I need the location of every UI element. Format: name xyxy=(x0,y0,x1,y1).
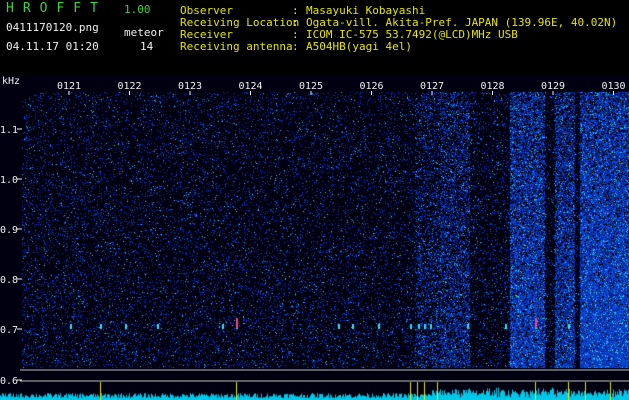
time-label: 0130 xyxy=(602,81,626,92)
app-title: HROFFT xyxy=(6,1,107,16)
y-tick-label: 1.0 xyxy=(0,175,18,186)
antenna-value: A504HB(yagi 4el) xyxy=(306,40,412,53)
y-tick-label: 0.8 xyxy=(0,275,18,286)
time-axis: 0121 0122 0123 0124 0125 0126 0127 0128 0129 0130 xyxy=(57,81,626,95)
header-panel: HROFFT 1.00 0411170120.png 04.11.17 01:2… xyxy=(0,0,629,76)
time-label: 0121 xyxy=(57,81,81,92)
time-label: 0125 xyxy=(299,81,323,92)
file-name: 0411170120.png xyxy=(6,21,99,34)
time-label: 0128 xyxy=(481,81,505,92)
y-tick-label: 0.9 xyxy=(0,225,18,236)
y-tick-label: 1.1 xyxy=(0,125,18,136)
y-axis: 1.1 1.0 0.9 0.8 0.7 0.6 xyxy=(0,125,22,387)
meteor-count-label: meteor xyxy=(124,26,164,39)
capture-datetime: 04.11.17 01:20 xyxy=(6,40,99,53)
app-version: 1.00 xyxy=(124,3,151,16)
antenna-label: Receiving antenna xyxy=(180,40,293,53)
spectrogram-overlay: kHz 1.11.00.90.80.70.6 0121 0122 0123 0124 0… xyxy=(0,76,629,387)
time-label: 0123 xyxy=(178,81,202,92)
time-label: 0129 xyxy=(541,81,565,92)
antenna-sep: : xyxy=(292,40,299,53)
meteor-count-value: 14 xyxy=(140,40,154,53)
y-tick-label: 0.6 xyxy=(0,376,18,387)
time-label: 0122 xyxy=(118,81,142,92)
y-tick-label: 0.7 xyxy=(0,325,18,336)
time-label: 0124 xyxy=(239,81,263,92)
time-label: 0127 xyxy=(420,81,444,92)
time-label: 0126 xyxy=(360,81,384,92)
axis-unit-label: kHz xyxy=(2,76,20,87)
